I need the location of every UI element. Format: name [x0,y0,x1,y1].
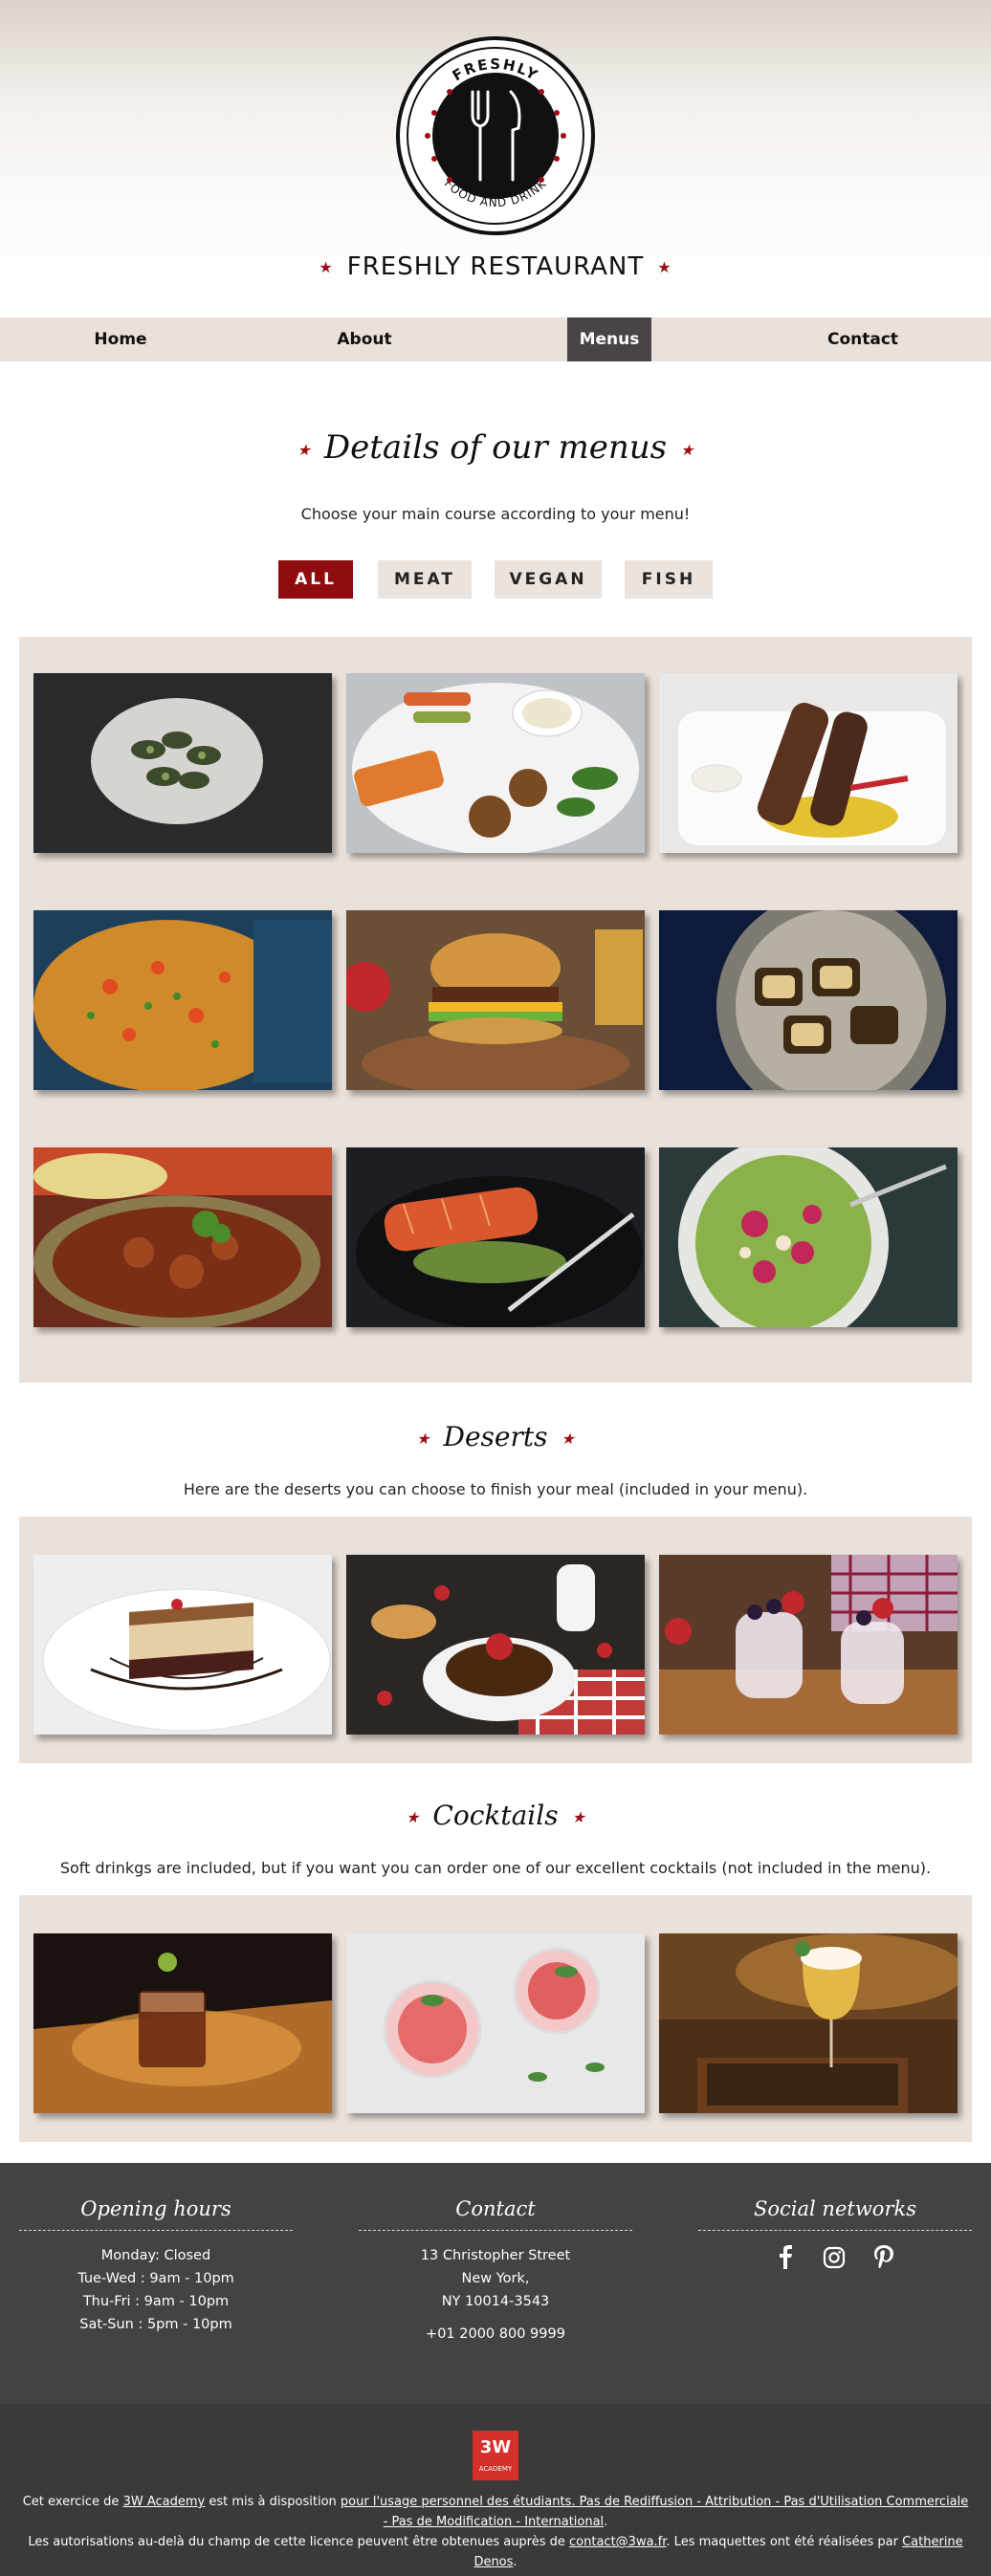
menus-heading: ★ Details of our menus ★ [0,428,991,467]
cocktails-heading: ★ Cocktails ★ [0,1800,991,1831]
social-heading: Social networks [698,2197,972,2231]
site-title: ★ FRESHLY RESTAURANT ★ [0,252,991,281]
license-text: Cet exercice de 3W Academy est mis à dis… [19,2492,972,2572]
deserts-heading: ★ Deserts ★ [0,1421,991,1452]
filter-fish[interactable]: FISH [625,560,713,599]
site-title-text: FRESHLY RESTAURANT [346,252,645,281]
desert-photo-berry-parfait[interactable] [659,1555,958,1735]
badge-text: 3W [479,2437,512,2457]
contact-phone[interactable]: +01 2000 800 9999 [359,2323,632,2346]
contact-heading: Contact [359,2197,632,2231]
star-icon: ★ [406,1808,420,1826]
footer-hours: Opening hours Monday: Closed Tue-Wed : 9… [19,2197,293,2336]
star-icon: ★ [680,440,694,459]
footer-social: Social networks [698,2197,972,2273]
star-icon: ★ [297,440,311,459]
cocktail-photo-old-fashioned[interactable] [33,1933,332,2113]
nav-menus[interactable]: Menus [567,317,651,361]
dish-photo-paella[interactable] [33,910,332,1090]
cocktails-gallery [19,1895,972,2142]
cocktails-intro: Soft drinkgs are included, but if you wa… [59,1859,932,1877]
nav-contact[interactable]: Contact [800,317,926,361]
filter-meat[interactable]: MEAT [378,560,472,599]
star-icon: ★ [571,1808,585,1826]
hours-line: Sat-Sun : 5pm - 10pm [79,2317,232,2332]
3w-academy-logo[interactable]: 3W ACADEMY [473,2431,518,2480]
contact-email-link[interactable]: contact@3wa.fr [569,2535,666,2549]
instagram-icon[interactable] [823,2246,846,2273]
hours-line: Tue-Wed : 9am - 10pm [77,2271,234,2286]
license-text-part: est mis à disposition [205,2495,341,2509]
menus-heading-text: Details of our menus [323,428,668,467]
license-link[interactable]: pour l'usage personnel des étudiants. Pa… [341,2495,968,2529]
dish-photo-stew[interactable] [33,1147,332,1327]
contact-address-line: NY 10014-3543 [441,2294,550,2309]
cocktails-heading-text: Cocktails [432,1800,559,1831]
credits-bar: 3W ACADEMY Cet exercice de 3W Academy es… [0,2404,991,2576]
menus-gallery [19,637,972,1383]
dish-photo-kebab[interactable] [659,673,958,853]
dish-photo-burger[interactable] [346,910,645,1090]
license-text-part: . [513,2555,518,2569]
deserts-heading-text: Deserts [443,1421,548,1452]
hours-line: Monday: Closed [100,2248,211,2263]
nav-about[interactable]: About [301,317,428,361]
contact-address-line: 13 Christopher Street [420,2248,571,2263]
license-text-part: Les autorisations au-delà du champ de ce… [28,2535,570,2549]
star-icon: ★ [416,1430,430,1448]
star-icon: ★ [561,1430,575,1448]
footer-contact: Contact 13 Christopher Street New York, … [359,2197,632,2346]
pinterest-icon[interactable] [873,2244,894,2273]
dish-photo-grilled-eggplant[interactable] [659,910,958,1090]
menus-intro: Choose your main course according to you… [300,505,691,523]
dish-photo-salmon[interactable] [346,1147,645,1327]
cocktail-photo-watermelon[interactable] [346,1933,645,2113]
star-icon: ★ [319,258,334,276]
hours-line: Thu-Fri : 9am - 10pm [82,2294,230,2309]
filter-vegan[interactable]: VEGAN [495,560,602,599]
hours-heading: Opening hours [19,2197,293,2231]
facebook-icon[interactable] [776,2244,795,2273]
contact-address-line: New York, [461,2271,530,2286]
cocktail-photo-whiskey-sour[interactable] [659,1933,958,2113]
license-text-part: . Les maquettes ont été réalisées par [666,2535,903,2549]
nav-home[interactable]: Home [57,317,184,361]
filter-all[interactable]: ALL [278,560,353,599]
badge-subtext: ACADEMY [478,2465,513,2473]
restaurant-logo[interactable]: FRESHLY FOOD AND DRINK [396,36,595,235]
desert-photo-tiramisu[interactable] [33,1555,332,1735]
desert-photo-pancakes[interactable] [346,1555,645,1735]
license-text-part: . [604,2515,608,2529]
social-links [698,2244,972,2273]
site-header: FRESHLY FOOD AND DRINK ★ FRESHLY RESTAURA… [0,0,991,317]
dish-photo-veggie-plate[interactable] [346,673,645,853]
dish-photo-salad-bowl[interactable] [659,1147,958,1327]
site-footer: Opening hours Monday: Closed Tue-Wed : 9… [0,2163,991,2404]
star-icon: ★ [657,258,672,276]
academy-link[interactable]: 3W Academy [123,2495,206,2509]
dish-photo-mussels[interactable] [33,673,332,853]
license-text-part: Cet exercice de [22,2495,123,2509]
deserts-intro: Here are the deserts you can choose to f… [183,1480,808,1498]
deserts-gallery [19,1517,972,1763]
main-nav: Home About Menus Contact [0,317,991,361]
